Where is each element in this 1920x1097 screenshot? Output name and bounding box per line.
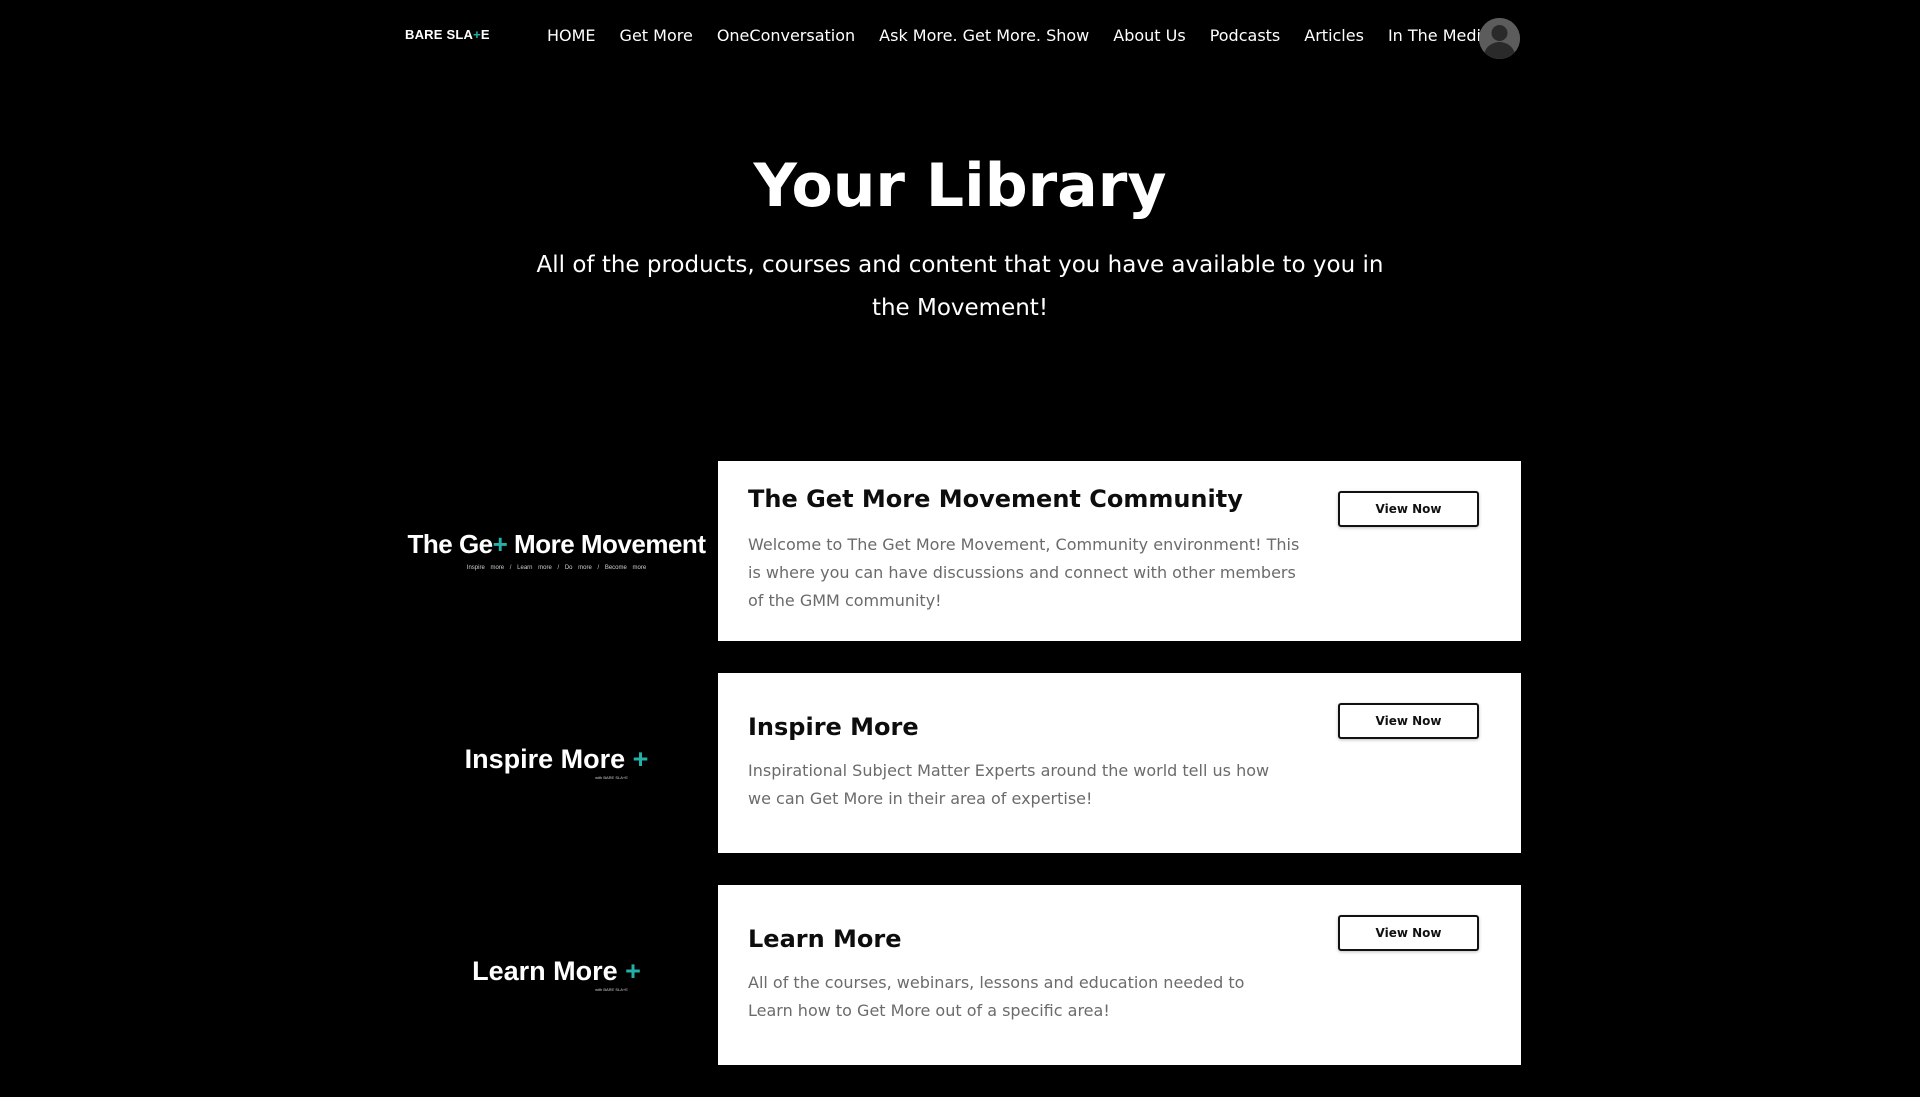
card-title[interactable]: The Get More Movement Community	[748, 485, 1243, 513]
view-now-button[interactable]: View Now	[1338, 491, 1479, 527]
view-now-button[interactable]: View Now	[1338, 703, 1479, 739]
page-title: Your Library	[753, 151, 1167, 221]
avatar-silhouette-icon	[1479, 18, 1520, 59]
library-item-learn-more: Learn More + with BARE SLA+E Learn More …	[395, 885, 1521, 1065]
inspire-more-thumbnail[interactable]: Inspire More + with BARE SLA+E	[395, 673, 718, 853]
card-title[interactable]: Learn More	[748, 925, 902, 953]
learn-more-thumbnail[interactable]: Learn More + with BARE SLA+E	[395, 885, 718, 1065]
community-thumbnail-title: The Ge+ More Movement	[407, 529, 706, 559]
nav-item-podcasts[interactable]: Podcasts	[1210, 26, 1281, 45]
inspire-more-thumbnail-tag: with BARE SLA+E	[595, 775, 628, 780]
library-list: The Ge+ More Movement Inspire more / Lea…	[395, 461, 1521, 1097]
card-title[interactable]: Inspire More	[748, 713, 919, 741]
learn-more-thumbnail-tag: with BARE SLA+E	[595, 987, 628, 992]
learn-more-thumbnail-title: Learn More +	[472, 956, 641, 986]
logo-plus: +	[473, 27, 481, 42]
nav-item-articles[interactable]: Articles	[1304, 26, 1364, 45]
view-now-button[interactable]: View Now	[1338, 915, 1479, 951]
card-description: All of the courses, webinars, lessons an…	[748, 973, 1245, 1020]
card-description: Welcome to The Get More Movement, Commun…	[748, 535, 1300, 610]
community-thumbnail-tagline: Inspire more / Learn more / Do more / Be…	[466, 565, 647, 571]
inspire-more-thumbnail-title: Inspire More +	[464, 744, 649, 774]
user-avatar-icon[interactable]	[1479, 18, 1520, 59]
learn-more-card: Learn More All of the courses, webinars,…	[718, 885, 1521, 1065]
nav-item-oneconversation[interactable]: OneConversation	[717, 26, 855, 45]
card-description: Inspirational Subject Matter Experts aro…	[748, 761, 1270, 808]
page-subtitle: All of the products, courses and content…	[536, 252, 1384, 321]
community-card: The Get More Movement Community Welcome …	[718, 461, 1521, 641]
library-item-inspire-more: Inspire More + with BARE SLA+E Inspire M…	[395, 673, 1521, 853]
site-header: BARE SLA+E HOME Get More OneConversation…	[0, 0, 1920, 78]
nav-item-get-more[interactable]: Get More	[620, 26, 693, 45]
nav-item-about-us[interactable]: About Us	[1113, 26, 1185, 45]
logo-text-end: E	[480, 27, 490, 42]
main-nav: HOME Get More OneConversation Ask More. …	[547, 26, 1491, 45]
nav-item-ask-more-show[interactable]: Ask More. Get More. Show	[879, 26, 1089, 45]
logo-text-start: BARE SLA	[405, 27, 474, 42]
inspire-more-card: Inspire More Inspirational Subject Matte…	[718, 673, 1521, 853]
bare-slate-logo[interactable]: BARE SLA+E	[405, 27, 490, 42]
library-item-community: The Ge+ More Movement Inspire more / Lea…	[395, 461, 1521, 641]
nav-item-in-the-media[interactable]: In The Media	[1388, 26, 1491, 45]
nav-item-home[interactable]: HOME	[547, 26, 596, 45]
community-thumbnail[interactable]: The Ge+ More Movement Inspire more / Lea…	[395, 461, 718, 641]
